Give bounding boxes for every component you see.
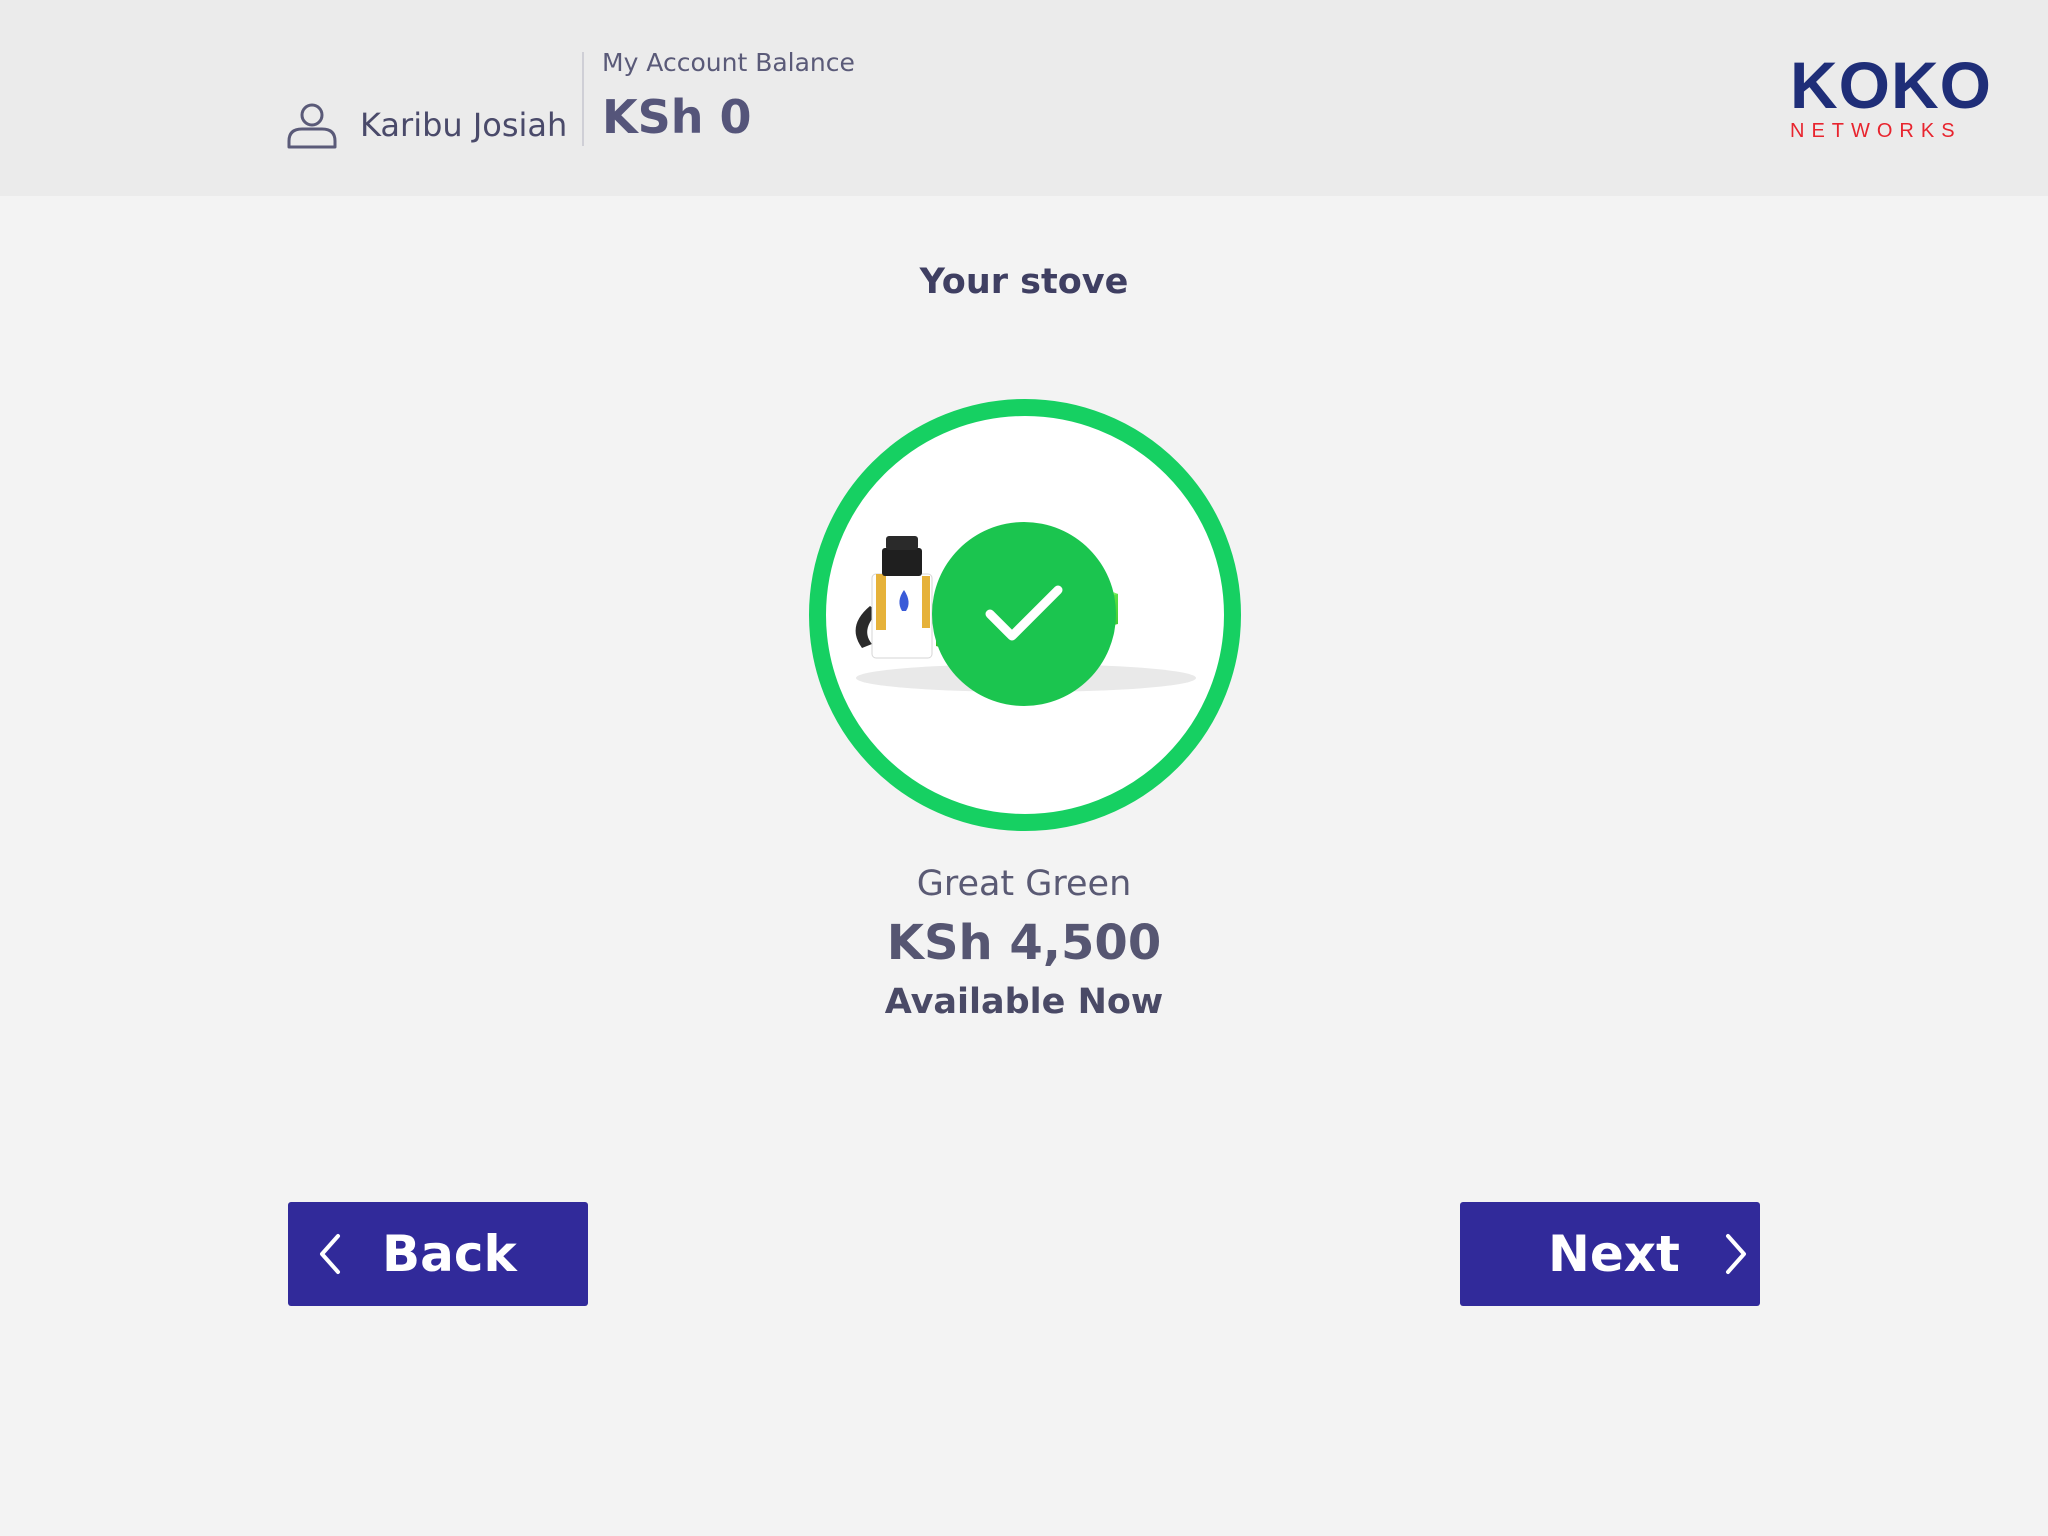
user-icon (287, 103, 337, 149)
selected-check-badge (932, 522, 1116, 706)
back-button-label: Back (382, 1225, 517, 1283)
page-title: Your stove (919, 262, 1129, 302)
next-button[interactable]: Next (1460, 1202, 1760, 1306)
checkmark-icon (985, 585, 1063, 641)
top-header: Karibu Josiah My Account Balance KSh 0 K… (0, 0, 2048, 196)
user-greeting: Karibu Josiah (360, 106, 568, 144)
logo-main-text: KOKO (1790, 48, 1992, 122)
product-availability: Available Now (884, 982, 1164, 1022)
user-greeting-block: Karibu Josiah (286, 100, 567, 150)
koko-networks-logo: KOKO NETWORKS (1790, 48, 1992, 142)
product-name: Great Green (916, 864, 1132, 904)
product-price: KSh 4,500 (886, 915, 1162, 971)
chevron-left-icon (320, 1234, 340, 1274)
chevron-right-icon (1725, 1234, 1746, 1274)
logo-sub-text: NETWORKS (1790, 120, 1962, 142)
back-button[interactable]: Back (288, 1202, 588, 1306)
balance-label: My Account Balance (602, 48, 855, 77)
header-divider (582, 52, 584, 146)
balance-value: KSh 0 (602, 90, 752, 144)
next-button-label: Next (1548, 1225, 1680, 1283)
